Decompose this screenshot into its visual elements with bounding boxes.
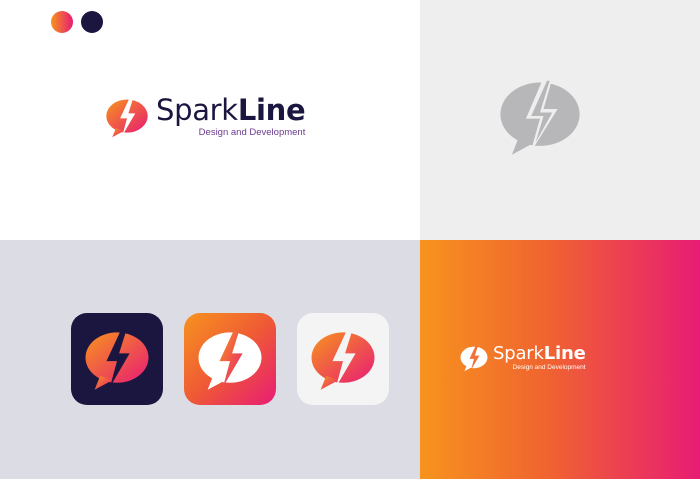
brand-name-line: Line [237,93,306,127]
brand-name: SparkLine [156,93,306,127]
inverse-brand-tagline: Design and Development [512,364,586,371]
navy-color-swatch [81,11,103,33]
inverse-brand-name-line: Line [543,343,586,364]
inverse-wordmark: SparkLine Design and Development [493,345,586,372]
inverse-brand-name-spark: Spark [493,343,544,364]
spark-bubble-icon [311,331,375,390]
primary-logo: SparkLine Design and Development [104,93,306,140]
app-icon-gradient [184,313,276,405]
app-icon-light [297,313,389,405]
inverse-brand-name: SparkLine [493,345,586,363]
spark-bubble-icon [198,331,262,390]
inverse-logo: SparkLine Design and Development [459,343,586,373]
spark-bubble-icon [106,98,148,138]
spark-bubble-icon [85,331,149,390]
brand-tagline: Design and Development [198,127,306,138]
white-spark-bubble-icon [460,346,488,372]
wordmark: SparkLine Design and Development [156,93,306,139]
brand-name-spark: Spark [156,93,238,127]
gradient-color-swatch [51,11,73,33]
monochrome-spark-bubble-icon [500,75,580,155]
app-icon-dark [71,313,163,405]
